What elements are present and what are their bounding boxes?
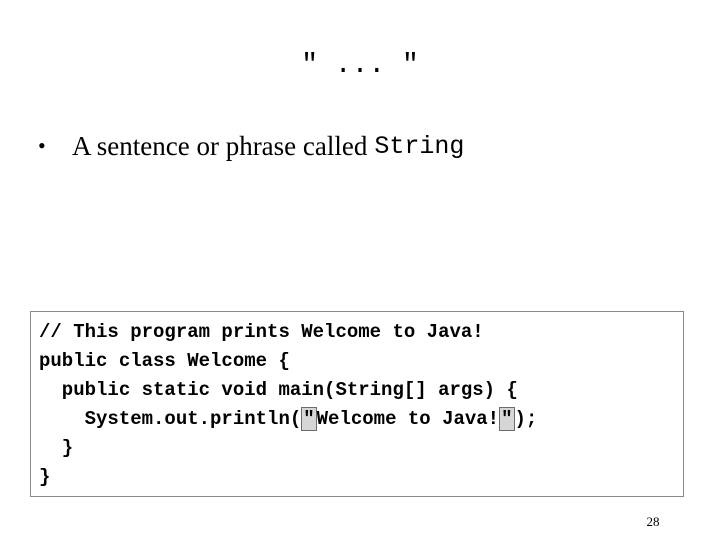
string-literal: Welcome to Java! [316, 408, 500, 430]
highlighted-open-quote: " [301, 407, 317, 431]
code-block: // This program prints Welcome to Java! … [30, 311, 684, 497]
println-prefix: System.out.println( [39, 408, 302, 430]
code-line-class-close: } [39, 466, 51, 488]
code-line-method-close: } [39, 437, 74, 459]
bullet-item: • A sentence or phrase called String [38, 126, 464, 166]
highlighted-close-quote: " [499, 407, 515, 431]
code-line-println: System.out.println(" Welcome to Java! "); [39, 405, 683, 434]
code-line-comment: // This program prints Welcome to Java! [39, 321, 484, 343]
bullet-code-term: String [374, 131, 465, 161]
bullet-text: A sentence or phrase called [72, 130, 368, 161]
bullet-dot: • [38, 133, 46, 158]
slide-title: " ... " [301, 50, 419, 81]
code-line-class-declaration: public class Welcome { [39, 350, 290, 372]
println-suffix: ); [514, 408, 538, 430]
code-line-main-method: public static void main(String[] args) { [39, 379, 518, 401]
page-number: 28 [646, 514, 660, 529]
